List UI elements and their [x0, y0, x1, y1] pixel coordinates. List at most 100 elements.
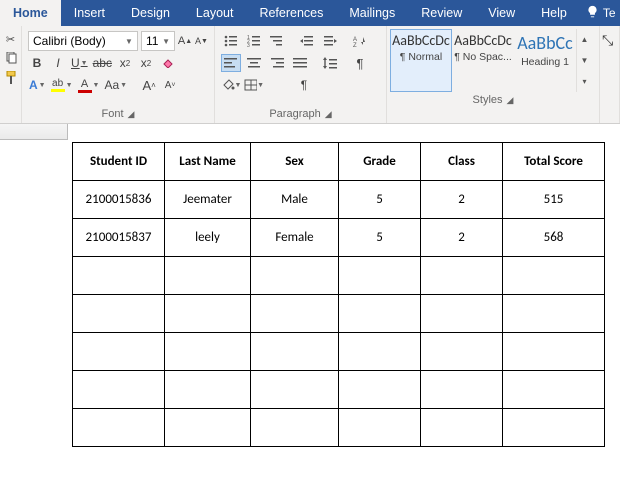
table-row[interactable]	[73, 257, 605, 295]
text-effects-button[interactable]: A▼	[28, 76, 47, 94]
table-cell[interactable]: 2100015836	[73, 181, 165, 219]
tab-insert[interactable]: Insert	[61, 0, 118, 26]
table-header[interactable]: Class	[421, 143, 503, 181]
font-family-dropdown[interactable]: Calibri (Body) ▼	[28, 31, 138, 51]
bold-button[interactable]: B	[28, 54, 46, 72]
table-cell[interactable]	[421, 409, 503, 447]
table-cell[interactable]	[73, 371, 165, 409]
copy-button[interactable]	[3, 51, 19, 67]
tab-references[interactable]: References	[246, 0, 336, 26]
table-cell[interactable]: 515	[503, 181, 605, 219]
align-right-button[interactable]	[267, 54, 287, 72]
paragraph-dialog-launcher[interactable]: ◢	[325, 109, 332, 120]
table-cell[interactable]	[503, 409, 605, 447]
tab-layout[interactable]: Layout	[183, 0, 247, 26]
table-cell[interactable]: 568	[503, 219, 605, 257]
underline-button[interactable]: U▼	[70, 54, 89, 72]
tab-review[interactable]: Review	[408, 0, 475, 26]
highlight-color-button[interactable]: ab▼	[50, 76, 74, 94]
table-header[interactable]: Total Score	[503, 143, 605, 181]
table-cell[interactable]	[251, 295, 339, 333]
shrink-font-button[interactable]: A▼	[195, 32, 208, 50]
strikethrough-button[interactable]: abc	[92, 54, 113, 72]
table-row[interactable]: 2100015836JeematerMale52515	[73, 181, 605, 219]
table-row[interactable]: 2100015837leelyFemale52568	[73, 219, 605, 257]
table-cell[interactable]	[165, 295, 251, 333]
table-cell[interactable]	[165, 409, 251, 447]
styles-expand[interactable]: ▾	[577, 71, 592, 92]
table-row[interactable]	[73, 371, 605, 409]
table-cell[interactable]	[503, 333, 605, 371]
document-area[interactable]: Student IDLast NameSexGradeClassTotal Sc…	[0, 124, 620, 500]
table-cell[interactable]: leely	[165, 219, 251, 257]
font-color-button[interactable]: A▼	[77, 76, 101, 94]
table-row[interactable]	[73, 333, 605, 371]
table-cell[interactable]	[339, 333, 421, 371]
table-cell[interactable]	[251, 409, 339, 447]
tab-view[interactable]: View	[475, 0, 528, 26]
table-cell[interactable]	[503, 295, 605, 333]
table-cell[interactable]	[421, 371, 503, 409]
table-header[interactable]: Sex	[251, 143, 339, 181]
justify-button[interactable]	[290, 54, 310, 72]
italic-button[interactable]: I	[49, 54, 67, 72]
tell-me-search[interactable]: Te	[580, 0, 620, 26]
clear-formatting-button[interactable]	[158, 54, 176, 72]
styles-scroll-up[interactable]: ▲	[577, 29, 592, 50]
change-case-button[interactable]: Aa▼	[103, 76, 128, 94]
table-cell[interactable]	[503, 371, 605, 409]
table-cell[interactable]	[165, 333, 251, 371]
style-normal[interactable]: AaBbCcDc ¶ Normal	[390, 29, 452, 92]
table-row[interactable]	[73, 409, 605, 447]
show-marks-button[interactable]: ¶	[350, 54, 370, 72]
grow-font-button[interactable]: A▲	[178, 32, 192, 50]
bullets-button[interactable]	[221, 32, 241, 50]
increase-indent-button[interactable]	[320, 32, 340, 50]
table-header[interactable]: Last Name	[165, 143, 251, 181]
table-cell[interactable]: 5	[339, 219, 421, 257]
style-heading-1[interactable]: AaBbCc Heading 1	[514, 29, 576, 92]
student-table[interactable]: Student IDLast NameSexGradeClassTotal Sc…	[72, 142, 605, 447]
table-cell[interactable]	[165, 371, 251, 409]
table-row[interactable]	[73, 295, 605, 333]
format-painter-button[interactable]	[3, 71, 19, 87]
table-cell[interactable]	[251, 371, 339, 409]
table-cell[interactable]	[251, 257, 339, 295]
table-cell[interactable]	[73, 295, 165, 333]
style-no-spacing[interactable]: AaBbCcDc ¶ No Spac...	[452, 29, 514, 92]
align-center-button[interactable]	[244, 54, 264, 72]
subscript-button[interactable]: x2	[116, 54, 134, 72]
table-cell[interactable]	[73, 409, 165, 447]
tab-help[interactable]: Help	[528, 0, 580, 26]
tab-mailings[interactable]: Mailings	[336, 0, 408, 26]
table-cell[interactable]	[339, 371, 421, 409]
decrease-indent-button[interactable]	[297, 32, 317, 50]
grow-font-alt-button[interactable]: A˄	[140, 76, 158, 94]
table-cell[interactable]: 2	[421, 181, 503, 219]
shading-button[interactable]: ▼	[221, 76, 241, 94]
borders-button[interactable]: ▼	[244, 76, 264, 94]
superscript-button[interactable]: x2	[137, 54, 155, 72]
numbering-button[interactable]: 123	[244, 32, 264, 50]
table-cell[interactable]	[73, 257, 165, 295]
table-cell[interactable]	[503, 257, 605, 295]
table-cell[interactable]	[339, 257, 421, 295]
table-cell[interactable]: Male	[251, 181, 339, 219]
table-cell[interactable]	[73, 333, 165, 371]
cut-button[interactable]: ✂	[3, 31, 19, 47]
tab-home[interactable]: Home	[0, 0, 61, 26]
table-cell[interactable]	[421, 333, 503, 371]
table-cell[interactable]	[339, 409, 421, 447]
table-header[interactable]: Grade	[339, 143, 421, 181]
table-cell[interactable]	[165, 257, 251, 295]
table-header[interactable]: Student ID	[73, 143, 165, 181]
table-cell[interactable]: 2100015837	[73, 219, 165, 257]
table-cell[interactable]	[339, 295, 421, 333]
paragraph-marks-button[interactable]: ¶	[294, 76, 314, 94]
sort-button[interactable]: AZ	[350, 32, 370, 50]
table-cell[interactable]: Jeemater	[165, 181, 251, 219]
table-cell[interactable]	[421, 295, 503, 333]
table-cell[interactable]	[421, 257, 503, 295]
table-cell[interactable]	[251, 333, 339, 371]
font-dialog-launcher[interactable]: ◢	[128, 109, 135, 120]
